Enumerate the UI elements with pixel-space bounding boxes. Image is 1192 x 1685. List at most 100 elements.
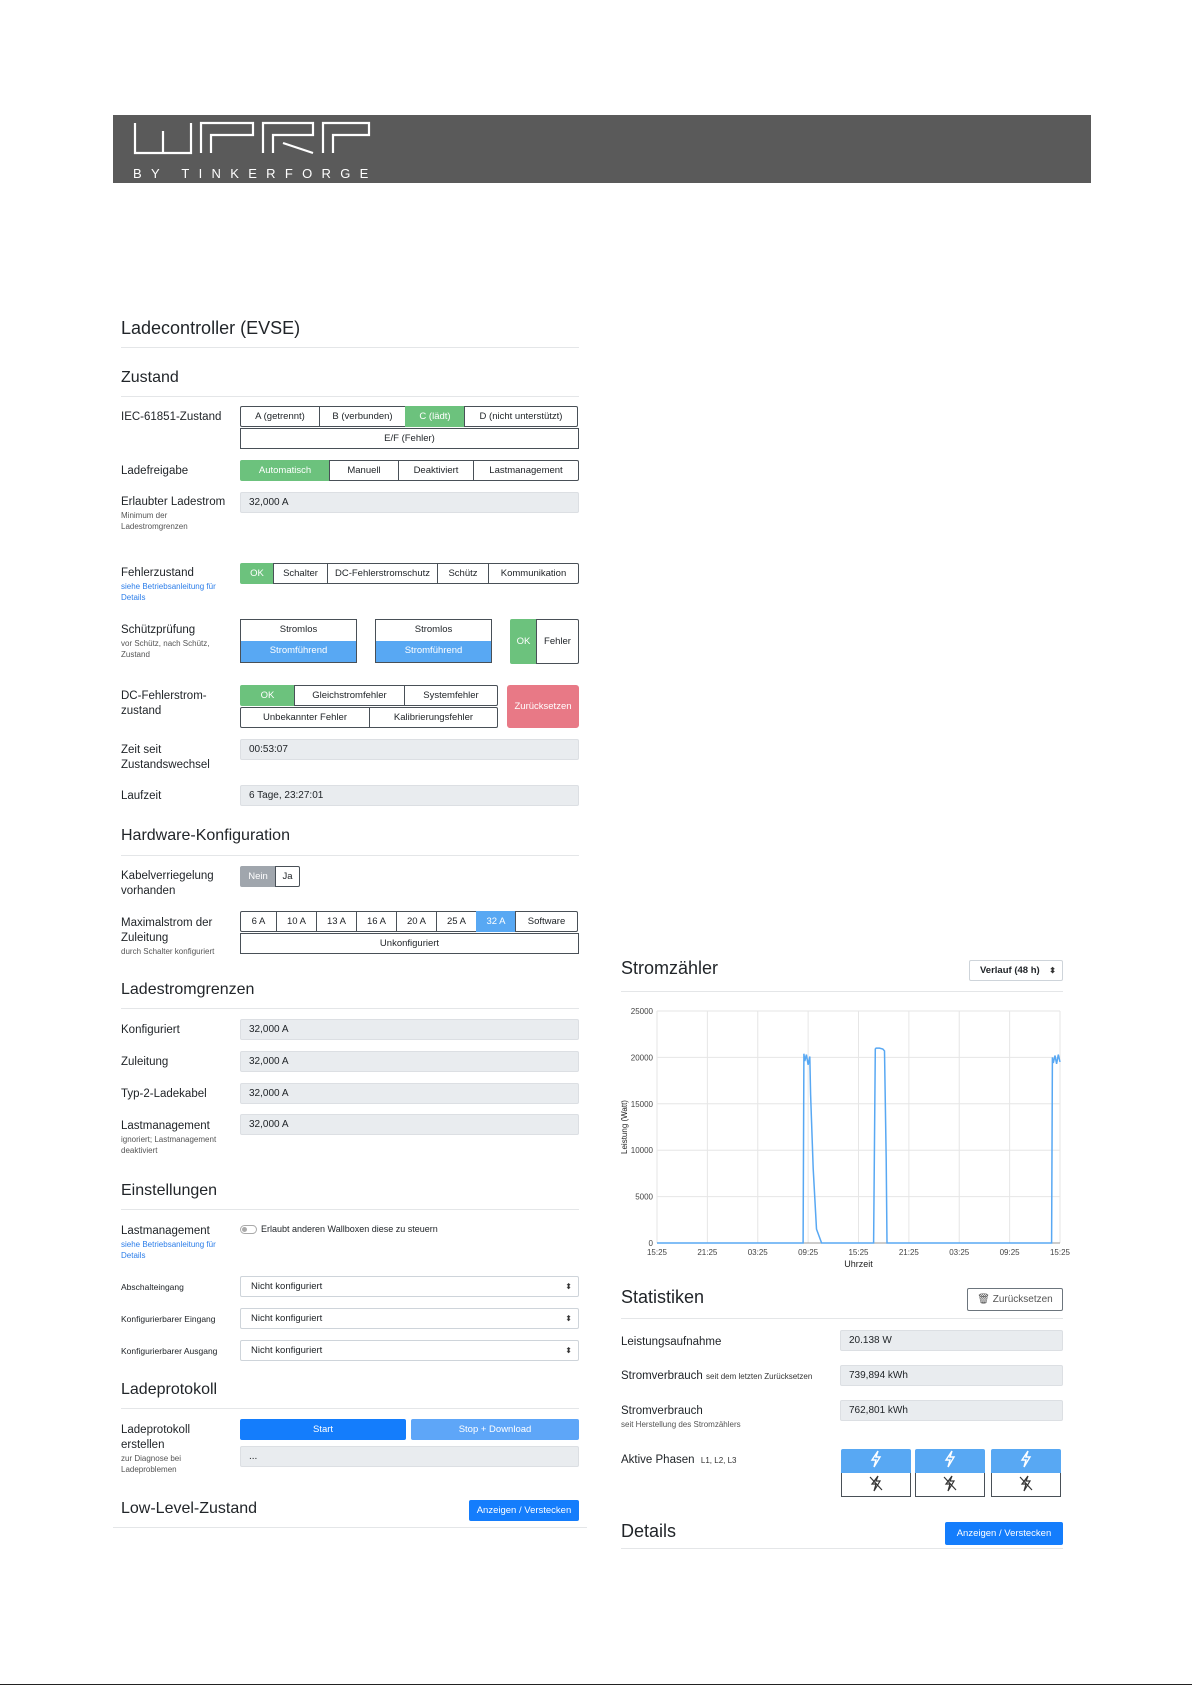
divider <box>121 1008 579 1009</box>
chart-grid <box>656 1010 1061 1244</box>
dc-gleichstrom: Gleichstromfehler <box>294 685 405 706</box>
erlaubt-sub: Minimum der Ladestromgrenzen <box>121 511 188 531</box>
divider <box>621 1548 1063 1549</box>
details-title: Details <box>621 1521 677 1541</box>
verbrauch1-label: Stromverbrauch seit dem letzten Zurückse… <box>621 1369 812 1384</box>
ladefreigabe-manuell[interactable]: Manuell <box>329 460 399 481</box>
fehler-dc: DC-Fehlerstromschutz <box>327 563 438 584</box>
dc-row2: Unbekannter Fehler Kalibrierungsfehler <box>240 707 498 728</box>
phase-l2-inactive <box>915 1473 985 1497</box>
phase-l1 <box>841 1449 911 1497</box>
iec-state-group: A (getrennt) B (verbunden) C (lädt) D (n… <box>240 406 579 427</box>
y-tick-label: 10000 <box>631 1146 654 1155</box>
ladefreigabe-group[interactable]: Automatisch Manuell Deaktiviert Lastmana… <box>240 460 579 481</box>
eingang-select[interactable]: Nicht konfiguriert ⬍ <box>240 1308 579 1329</box>
lowlevel-toggle-button[interactable]: Anzeigen / Verstecken <box>469 1500 579 1521</box>
ladefreigabe-automatisch[interactable]: Automatisch <box>240 460 330 481</box>
max-label: Maximalstrom der Zuleitung durch Schalte… <box>121 916 226 957</box>
max-unkonfiguriert: Unkonfiguriert <box>240 933 579 954</box>
iec-state-a: A (getrennt) <box>240 406 320 427</box>
lm-sub-link[interactable]: siehe Betriebsanleitung für Details <box>121 1239 226 1261</box>
stats-reset-label: Zurücksetzen <box>992 1294 1053 1305</box>
phase-l2-active <box>915 1449 985 1473</box>
ladefreigabe-deaktiviert[interactable]: Deaktiviert <box>398 460 474 481</box>
verbrauch2-text: Stromverbrauch <box>621 1405 703 1417</box>
max-32a: 32 A <box>476 911 516 932</box>
max-label-text: Maximalstrom der Zuleitung <box>121 917 213 944</box>
ausgang-label: Konfigurierbarer Ausgang <box>121 1346 218 1356</box>
schutz-after: Stromlos Stromführend <box>375 619 492 663</box>
fehler-group: OK Schalter DC-Fehlerstromschutz Schütz … <box>240 563 579 584</box>
max-sub: durch Schalter konfiguriert <box>121 947 215 956</box>
dc-ok: OK <box>240 685 295 706</box>
select-caret-icon: ⬍ <box>565 1346 572 1355</box>
y-tick-label: 25000 <box>631 1007 654 1016</box>
phasen-text: Aktive Phasen <box>621 1454 695 1466</box>
chart-axes: 0 5000 10000 15000 20000 25000 15:25 21:25 03:25… <box>620 1007 1070 1269</box>
divider <box>113 1527 587 1528</box>
fehler-sub-link[interactable]: siehe Betriebsanleitung für Details <box>121 581 226 603</box>
zeit-label: Zeit seit Zustandswechsel <box>121 744 210 771</box>
y-tick-label: 20000 <box>631 1053 654 1062</box>
divider <box>121 396 579 397</box>
phase-l3-active <box>991 1449 1061 1473</box>
section-protokoll: Ladeprotokoll <box>121 1381 218 1398</box>
iec-state-c: C (lädt) <box>405 406 465 427</box>
section-grenzen: Ladestromgrenzen <box>121 981 255 998</box>
verbrauch2-value: 762,801 kWh <box>840 1400 1063 1421</box>
x-tick-label: 15:25 <box>848 1248 869 1257</box>
phase-l3 <box>991 1449 1061 1497</box>
details-toggle-button[interactable]: Anzeigen / Verstecken <box>945 1522 1063 1545</box>
protokoll-stop-download-button[interactable]: Stop + Download <box>411 1419 579 1440</box>
laufzeit-value: 6 Tage, 23:27:01 <box>240 785 579 806</box>
verbrauch2-label: Stromverbrauch seit Herstellung des Stro… <box>621 1404 841 1430</box>
bolt-icon <box>870 1450 882 1468</box>
erlaubt-value: 32,000 A <box>240 492 579 513</box>
eingang-label: Konfigurierbarer Eingang <box>121 1314 216 1324</box>
grenze-label-konfiguriert: Konfiguriert <box>121 1024 180 1036</box>
dc-reset-button[interactable]: Zurücksetzen <box>507 685 579 728</box>
laufzeit-label: Laufzeit <box>121 790 162 802</box>
dc-unbekannt: Unbekannter Fehler <box>240 707 370 728</box>
iec-state-ef: E/F (Fehler) <box>240 428 579 449</box>
abschalt-select[interactable]: Nicht konfiguriert ⬍ <box>240 1276 579 1297</box>
max-group: 6 A 10 A 13 A 16 A 20 A 25 A 32 A Softwa… <box>240 911 579 932</box>
schutz-fehler: Fehler <box>536 619 579 664</box>
phase-l1-inactive <box>841 1473 911 1497</box>
phase-l2 <box>915 1449 985 1497</box>
schutz-before: Stromlos Stromführend <box>240 619 357 663</box>
stats-reset-button[interactable]: 🗑 Zurücksetzen <box>967 1288 1063 1311</box>
x-tick-label: 09:25 <box>798 1248 819 1257</box>
bolt-off-icon <box>869 1475 883 1492</box>
abschalt-label: Abschalteingang <box>121 1282 184 1292</box>
meter-range-select[interactable]: Verlauf (48 h) ⬍ <box>969 960 1063 981</box>
schutz-after-stromfuehrend: Stromführend <box>376 641 491 662</box>
section-zustand: Zustand <box>121 369 179 386</box>
fehler-kommunikation: Kommunikation <box>488 563 579 584</box>
ausgang-select-value: Nicht konfiguriert <box>251 1345 323 1356</box>
max-25a: 25 A <box>436 911 477 932</box>
protokoll-output: ... <box>240 1446 579 1467</box>
divider <box>621 991 1063 992</box>
protokoll-start-button[interactable]: Start <box>240 1419 406 1440</box>
schutz-ok: OK <box>510 619 537 664</box>
divider <box>621 1318 1063 1319</box>
max-10a: 10 A <box>276 911 317 932</box>
section-einstellungen: Einstellungen <box>121 1182 218 1199</box>
phasen-label: Aktive Phasen L1, L2, L3 <box>621 1453 737 1468</box>
x-axis-label: Uhrzeit <box>844 1259 873 1269</box>
kabel-label: Kabelverriegelung vorhanden <box>121 870 214 897</box>
ladefreigabe-lastmanagement[interactable]: Lastmanagement <box>473 460 579 481</box>
max-13a: 13 A <box>316 911 357 932</box>
verbrauch1-text: Stromverbrauch <box>621 1370 703 1382</box>
fehler-label: Fehlerzustand siehe Betriebsanleitung fü… <box>121 566 226 603</box>
fehler-ok: OK <box>240 563 274 584</box>
ausgang-select[interactable]: Nicht konfiguriert ⬍ <box>240 1340 579 1361</box>
lm-switch-label: Erlaubt anderen Wallboxen diese zu steue… <box>261 1224 438 1234</box>
grenze-value-typ2: 32,000 A <box>240 1083 579 1104</box>
power-chart: 0 5000 10000 15000 20000 25000 15:25 21:25 03:25… <box>620 1007 1070 1269</box>
zeit-value: 00:53:07 <box>240 739 579 760</box>
fehler-schuetz: Schütz <box>437 563 489 584</box>
abschalt-select-value: Nicht konfiguriert <box>251 1281 323 1292</box>
lm-switch[interactable] <box>240 1225 257 1234</box>
